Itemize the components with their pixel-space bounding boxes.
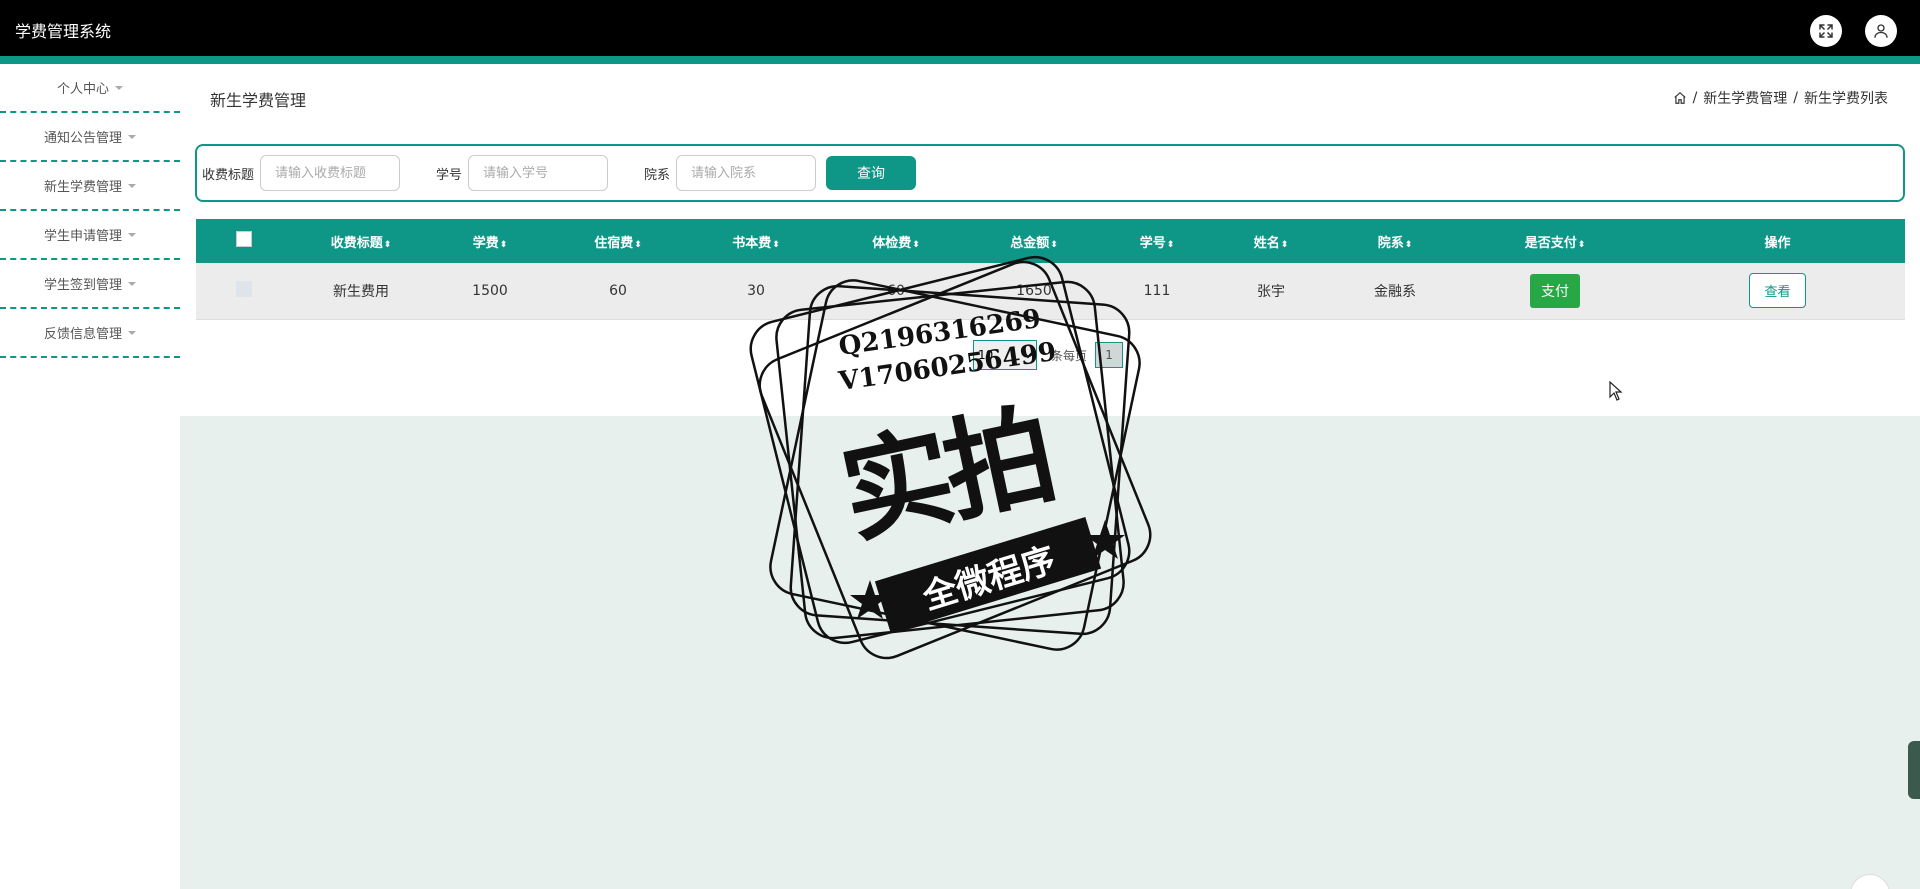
breadcrumb-separator: /: [1793, 90, 1798, 106]
top-bar: 学费管理系统: [0, 0, 1920, 56]
user-icon: [1874, 24, 1888, 38]
sort-icon: ⬍: [1577, 239, 1586, 250]
mouse-cursor-icon: [1609, 381, 1623, 401]
sort-icon: ⬍: [912, 239, 920, 250]
sort-icon: ⬍: [1050, 239, 1058, 250]
per-page-label: 条每页: [1051, 348, 1088, 363]
expand-icon: [1819, 24, 1833, 38]
table-row: 新生费用 1500 60 30 60 1650 111 张宇 金融系 支付 查看: [196, 263, 1905, 319]
sort-icon: ⬍: [772, 239, 780, 250]
row-checkbox[interactable]: [236, 280, 252, 297]
sidebar-item-personal-center[interactable]: 个人中心: [0, 64, 180, 113]
caret-down-icon: [128, 330, 136, 335]
query-button[interactable]: 查询: [826, 156, 917, 190]
caret-down-icon: [128, 281, 136, 286]
student-no-input[interactable]: [468, 155, 609, 191]
search-form: 收费标题 学号 院系 查询: [195, 144, 1905, 202]
row-select-cell: [196, 263, 292, 319]
fee-table: 收费标题⬍ 学费⬍ 住宿费⬍ 书本费⬍ 体检费⬍ 总金额⬍ 学号⬍ 姓名⬍ 院系…: [196, 219, 1905, 320]
cell-student-no: 111: [1143, 282, 1171, 299]
sidebar-item-notice[interactable]: 通知公告管理: [0, 113, 180, 162]
side-drawer-handle[interactable]: [1908, 741, 1920, 799]
sidebar-item-fee[interactable]: 新生学费管理: [0, 162, 180, 211]
cell-book-fee: 30: [747, 282, 765, 299]
sidebar-item-application[interactable]: 学生申请管理: [0, 211, 180, 260]
breadcrumb-item[interactable]: 新生学费管理: [1703, 88, 1787, 108]
sort-icon: ⬍: [634, 239, 642, 250]
breadcrumb-item: 新生学费列表: [1804, 91, 1888, 107]
sidebar-item-label: 通知公告管理: [43, 131, 122, 146]
header-student-no[interactable]: 学号⬍: [1102, 219, 1212, 263]
sort-icon: ⬍: [383, 239, 392, 250]
sidebar-item-label: 反馈信息管理: [43, 327, 122, 342]
select-all-checkbox[interactable]: [236, 231, 252, 247]
student-no-label: 学号: [436, 167, 463, 183]
cell-exam-fee: 60: [887, 282, 905, 299]
pagination: 10 条每页 1: [973, 340, 1124, 370]
caret-down-icon: [128, 183, 136, 188]
sidebar-item-label: 学生签到管理: [43, 278, 122, 293]
page-title: 新生学费管理: [210, 91, 307, 110]
view-button[interactable]: 查看: [1749, 273, 1806, 309]
department-label: 院系: [644, 167, 671, 183]
header-book-fee[interactable]: 书本费⬍: [686, 219, 826, 263]
caret-down-icon: [115, 85, 123, 90]
cell-tuition: 1500: [472, 282, 508, 299]
header-department[interactable]: 院系⬍: [1330, 219, 1460, 263]
fullscreen-button[interactable]: [1810, 15, 1842, 47]
caret-down-icon: [128, 232, 136, 237]
page-number-button[interactable]: 1: [1095, 342, 1124, 368]
cell-total: 1650: [1016, 282, 1052, 299]
department-input[interactable]: [676, 155, 817, 191]
header-accent-strip: [0, 56, 1920, 64]
sidebar-item-feedback[interactable]: 反馈信息管理: [0, 309, 180, 358]
user-menu-button[interactable]: [1865, 15, 1897, 47]
page-size-select[interactable]: 10: [973, 340, 1037, 370]
app-title: 学费管理系统: [15, 22, 112, 41]
header-is-paid[interactable]: 是否支付⬍: [1460, 219, 1650, 263]
sidebar-item-label: 个人中心: [56, 82, 109, 97]
cell-dorm-fee: 60: [609, 282, 627, 299]
breadcrumb-separator: /: [1692, 90, 1698, 106]
header-name[interactable]: 姓名⬍: [1212, 219, 1330, 263]
sidebar: 个人中心 通知公告管理 新生学费管理 学生申请管理 学生签到管理 反馈信息管理: [0, 64, 180, 358]
header-actions: 操作: [1764, 235, 1791, 251]
pay-button[interactable]: 支付: [1530, 273, 1580, 308]
header-dorm-fee[interactable]: 住宿费⬍: [550, 219, 686, 263]
cell-fee-title: 新生费用: [333, 283, 389, 300]
sort-icon: ⬍: [1166, 239, 1175, 250]
caret-down-icon: [128, 134, 136, 139]
home-icon[interactable]: [1673, 91, 1687, 105]
header-tuition[interactable]: 学费⬍: [430, 219, 550, 263]
cell-is-paid: 支付: [1460, 263, 1650, 319]
sidebar-item-label: 学生申请管理: [43, 229, 122, 244]
sort-icon: ⬍: [499, 239, 508, 250]
sidebar-item-label: 新生学费管理: [43, 180, 122, 195]
breadcrumb: / 新生学费管理 / 新生学费列表: [1673, 88, 1888, 108]
table-header-row: 收费标题⬍ 学费⬍ 住宿费⬍ 书本费⬍ 体检费⬍ 总金额⬍ 学号⬍ 姓名⬍ 院系…: [196, 219, 1905, 263]
content-background: [180, 416, 1920, 889]
sort-icon: ⬍: [1280, 239, 1289, 250]
cell-name: 张宇: [1257, 283, 1285, 300]
cell-department: 金融系: [1374, 283, 1416, 300]
sort-icon: ⬍: [1404, 239, 1413, 250]
select-all-cell: [196, 219, 292, 263]
header-fee-title[interactable]: 收费标题⬍: [292, 219, 430, 263]
fee-title-label: 收费标题: [202, 167, 255, 183]
cell-actions: 查看: [1650, 263, 1905, 319]
header-total[interactable]: 总金额⬍: [966, 219, 1102, 263]
sidebar-item-checkin[interactable]: 学生签到管理: [0, 260, 180, 309]
header-exam-fee[interactable]: 体检费⬍: [826, 219, 966, 263]
fee-title-input[interactable]: [260, 155, 401, 191]
